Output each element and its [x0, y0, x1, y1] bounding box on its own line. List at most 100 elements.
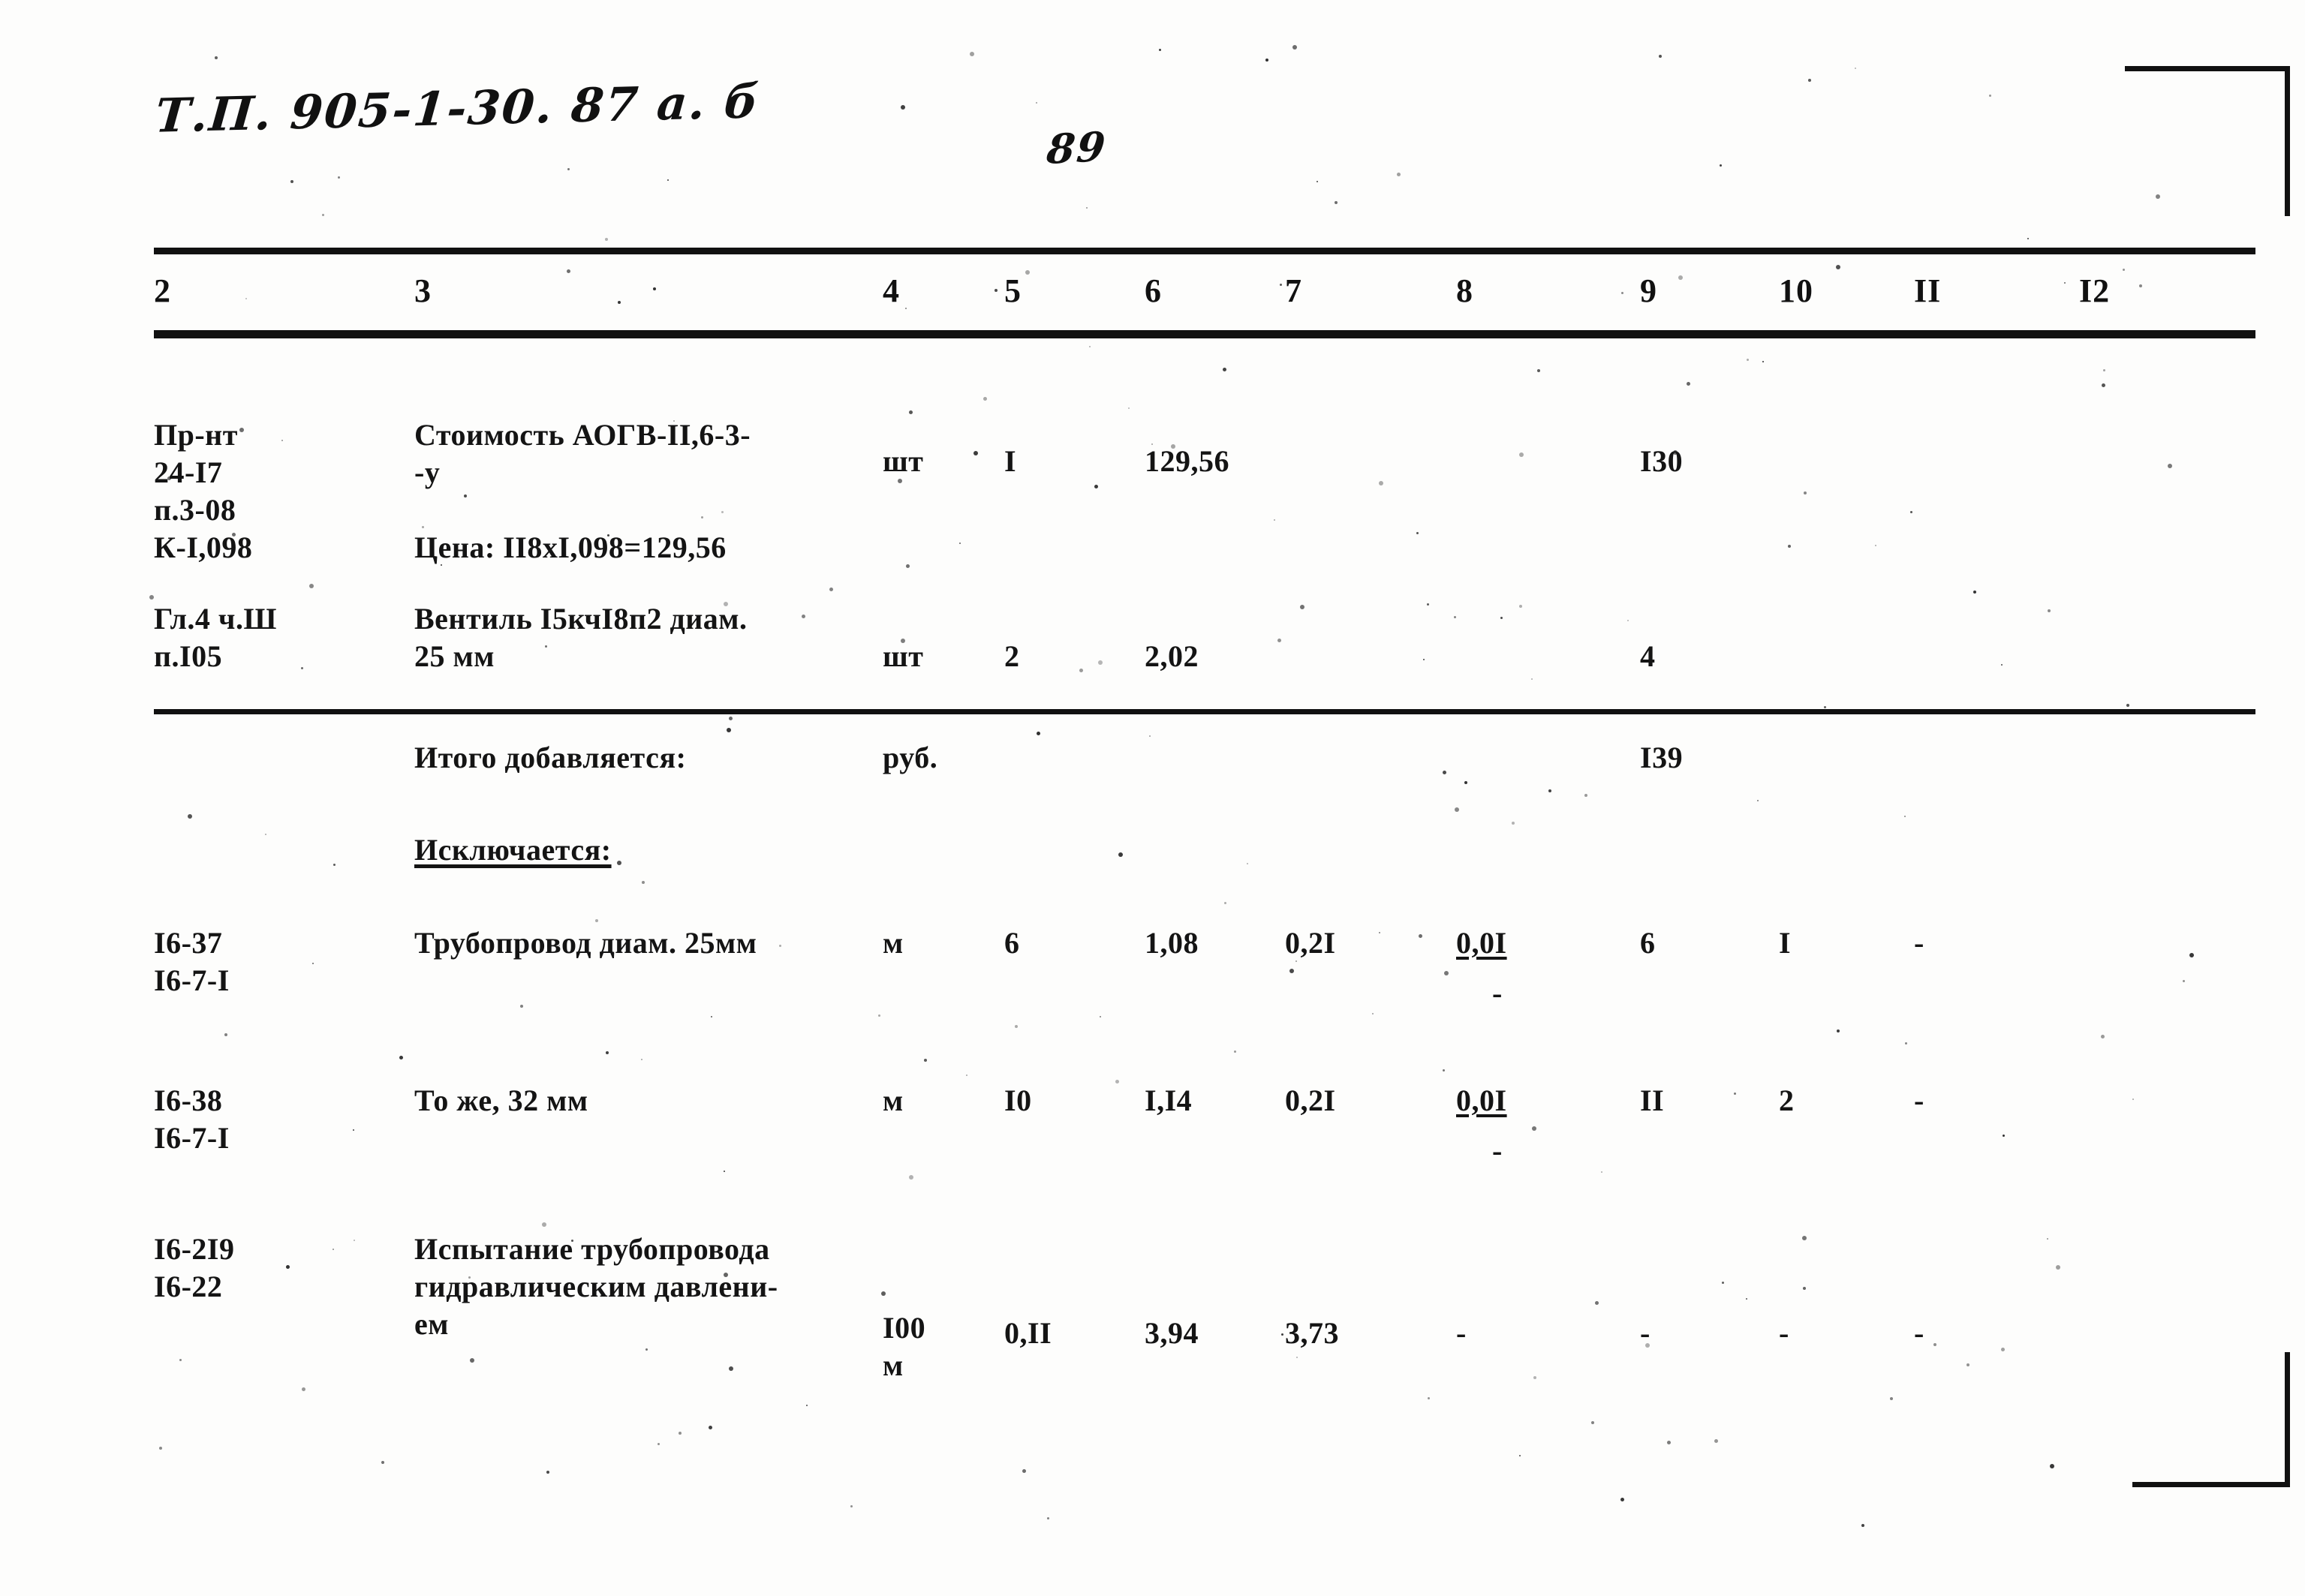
scan-speck [1500, 617, 1503, 619]
scan-speck [1905, 1042, 1907, 1044]
cell-col3: То же, 32 мм [414, 1084, 588, 1117]
scan-speck [1281, 1333, 1283, 1336]
scan-speck [924, 1059, 927, 1062]
scan-speck [1223, 368, 1226, 371]
scan-speck [617, 861, 621, 865]
cell-col4: I00 м [883, 1311, 926, 1382]
scan-speck [1512, 822, 1515, 825]
scan-speck [1861, 1524, 1864, 1527]
scan-speck [1788, 545, 1791, 548]
scan-speck [1443, 1069, 1445, 1072]
scan-speck [188, 814, 192, 819]
scan-speck [159, 1447, 162, 1450]
scan-speck [2050, 1464, 2054, 1468]
scan-speck [2003, 1135, 2005, 1137]
scan-speck [1875, 545, 1876, 546]
scan-speck [1966, 1363, 1969, 1366]
scan-speck [1100, 1016, 1101, 1017]
column-header-9: 9 [1640, 272, 1657, 309]
scan-speck [546, 1471, 549, 1474]
scan-speck [966, 1075, 967, 1076]
scan-speck [645, 1348, 648, 1351]
scan-speck [1428, 1397, 1430, 1399]
column-header-10: 10 [1779, 272, 1813, 309]
cell-col2: Гл.4 ч.Ш п.I05 [154, 602, 277, 673]
column-header-7: 7 [1285, 272, 1302, 309]
scan-speck [2001, 1348, 2005, 1351]
scan-speck [1416, 532, 1419, 534]
cell-col6: I,I4 [1145, 1084, 1193, 1117]
scan-speck [265, 834, 266, 835]
scan-speck [2102, 383, 2105, 387]
scan-speck [399, 1056, 403, 1059]
scan-speck [1115, 1080, 1119, 1084]
scan-speck [1247, 863, 1248, 864]
cell-col3: Трубопровод диам. 25мм [414, 926, 757, 960]
scan-speck [1824, 706, 1826, 708]
scan-speck [1519, 452, 1524, 457]
cell-col5: 2 [1004, 639, 1020, 673]
scan-speck [1379, 932, 1380, 933]
scan-speck [2126, 704, 2129, 707]
cell-col9: 4 [1640, 639, 1656, 673]
scan-speck [850, 1505, 853, 1507]
scan-speck [1098, 660, 1103, 665]
scan-speck [970, 52, 974, 56]
scan-speck [281, 440, 283, 441]
scan-speck [1532, 1126, 1536, 1131]
cell-col9: I39 [1640, 741, 1684, 774]
cell-col4: шт [883, 444, 924, 478]
cell-col4: шт [883, 639, 924, 673]
cell-col6: 1,08 [1145, 926, 1199, 960]
scan-speck [338, 176, 340, 179]
scan-speck [2047, 1238, 2048, 1240]
scan-speck [1089, 346, 1091, 347]
scan-speck [1289, 969, 1294, 973]
scan-speck [595, 919, 598, 922]
column-header-2: 2 [154, 272, 171, 309]
scan-speck [1427, 603, 1429, 606]
scan-speck [1804, 491, 1807, 494]
scanned-document-page: Т.П. 905-1-30. 87 а. б 89 2 3 4 5 6 7 8 9 10 II I2… [0, 0, 2305, 1596]
scan-speck [1595, 1301, 1599, 1305]
scan-speck [215, 56, 218, 59]
cell-col10: 2 [1779, 1084, 1795, 1117]
scan-speck [1601, 1171, 1602, 1173]
scan-speck [679, 1432, 682, 1435]
scan-speck [2103, 369, 2105, 371]
cell-col8-subscript: - [1492, 976, 1503, 1010]
scan-speck [312, 963, 314, 964]
scan-speck [1548, 789, 1551, 792]
scan-speck [605, 238, 608, 241]
scan-speck [729, 1366, 733, 1371]
scan-speck [179, 1359, 182, 1361]
scan-speck [606, 1051, 609, 1054]
scan-speck [381, 1461, 384, 1464]
scan-speck [1591, 1421, 1594, 1424]
scan-speck [906, 564, 910, 568]
cell-col10: - [1779, 1316, 1789, 1350]
column-header-3: 3 [414, 272, 432, 309]
cell-col3: Вентиль I5кчI8п2 диам. 25 мм [414, 602, 748, 673]
cell-col7: 0,2I [1285, 1084, 1336, 1117]
scan-speck [1537, 369, 1540, 372]
cell-col2: I6-37 I6-7-I [154, 926, 230, 997]
scan-speck [829, 588, 833, 591]
cell-col11: - [1914, 926, 1924, 960]
scan-speck [1855, 68, 1856, 69]
scan-speck [641, 1059, 642, 1060]
handwritten-page-number: 89 [1044, 122, 1109, 174]
scan-speck [2101, 1035, 2105, 1038]
cell-col8: 0,0I [1456, 926, 1507, 960]
cell-col5: I [1004, 444, 1017, 478]
scan-speck [901, 105, 905, 110]
scan-speck [1292, 45, 1297, 50]
scan-speck [729, 717, 733, 720]
cell-col7: 0,2I [1285, 926, 1336, 960]
scan-speck [1079, 669, 1083, 672]
scan-speck [2123, 269, 2125, 271]
scan-speck [1720, 164, 1722, 167]
scan-speck [2048, 609, 2051, 612]
scan-speck [542, 1222, 546, 1227]
scan-speck [711, 1016, 712, 1017]
